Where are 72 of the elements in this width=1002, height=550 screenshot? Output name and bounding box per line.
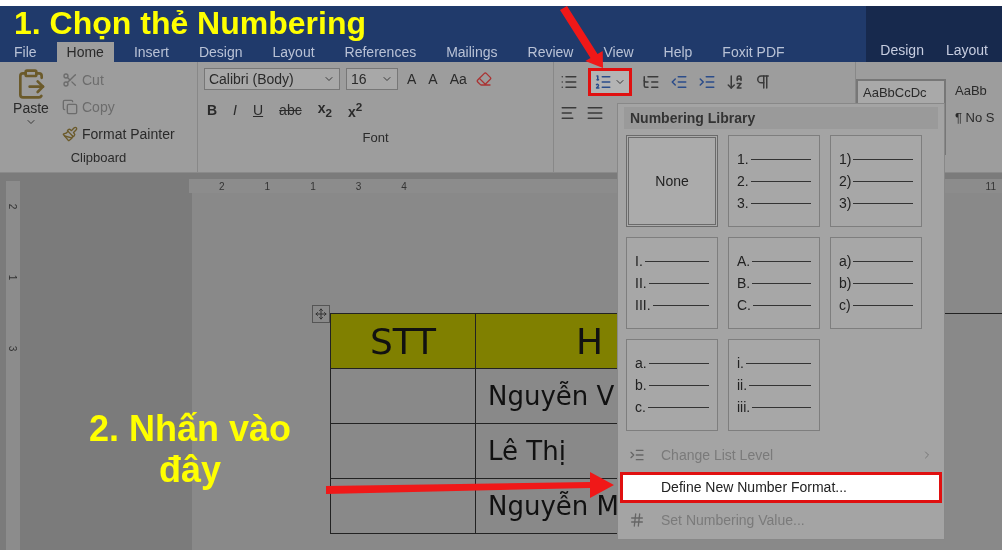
list-marker: A. xyxy=(737,253,751,269)
list-marker: C. xyxy=(737,297,751,313)
list-marker: III. xyxy=(635,297,651,313)
ruler-number: 2 xyxy=(7,203,19,210)
ruler-number: 11 xyxy=(985,180,996,192)
ribbon-tab[interactable]: Review xyxy=(527,42,574,62)
numbering-format-tile[interactable]: 1) 2) 3) xyxy=(830,135,922,227)
ruler-number: 4 xyxy=(401,180,407,192)
list-marker: 1. xyxy=(737,151,749,167)
list-marker: i. xyxy=(737,355,744,371)
ribbon-tab[interactable]: View xyxy=(603,42,634,62)
list-marker: 2) xyxy=(839,173,852,189)
numbering-format-tile[interactable]: i. ii. iii. xyxy=(728,339,820,431)
list-marker: c. xyxy=(635,399,646,415)
ruler-number: 2 xyxy=(219,180,225,192)
italic-button[interactable]: I xyxy=(230,101,240,118)
list-marker: 2. xyxy=(737,173,749,189)
list-marker: b. xyxy=(635,377,647,393)
format-painter-button[interactable]: Format Painter xyxy=(62,122,175,146)
ribbon-tab[interactable]: Design xyxy=(198,42,243,62)
ribbon-tab[interactable]: Layout xyxy=(272,42,315,62)
list-marker: ii. xyxy=(737,377,748,393)
bold-button[interactable]: B xyxy=(203,101,221,118)
ribbon-tab[interactable]: References xyxy=(344,42,417,62)
list-marker: 1) xyxy=(839,151,852,167)
numbering-format-tile[interactable]: a. b. c. xyxy=(626,339,718,431)
ruler-number: 1 xyxy=(7,274,19,281)
ruler-number: 1 xyxy=(264,180,271,192)
list-marker: iii. xyxy=(737,399,751,415)
menu-item[interactable]: Define New Number Format... xyxy=(620,472,942,503)
list-marker: b) xyxy=(839,275,852,291)
annotation-text: 1. Chọn thẻ Numbering xyxy=(14,7,366,39)
menu-heading: Numbering Library xyxy=(624,107,938,129)
ribbon-tab[interactable]: Help xyxy=(663,42,693,62)
numbering-format-tile[interactable]: A. B. C. xyxy=(728,237,820,329)
change-case-button[interactable]: Aa xyxy=(446,71,470,87)
underline-button[interactable]: U xyxy=(250,101,267,118)
ruler-number: 3 xyxy=(355,180,362,192)
ribbon-tab[interactable]: Foxit PDF xyxy=(722,42,785,62)
ribbon-tab[interactable]: Design xyxy=(880,40,924,60)
ribbon-tab[interactable]: Insert xyxy=(133,42,169,62)
list-marker: II. xyxy=(635,275,647,291)
list-marker: a) xyxy=(839,253,852,269)
strikethrough-button[interactable]: abc xyxy=(276,101,305,118)
numbering-format-tile[interactable]: a) b) c) xyxy=(830,237,922,329)
list-marker: B. xyxy=(737,275,751,291)
numbering-format-tile[interactable]: None xyxy=(626,135,718,227)
list-marker: 3) xyxy=(839,195,852,211)
ribbon-tab[interactable]: Layout xyxy=(945,40,988,60)
ruler-number: 1 xyxy=(310,180,316,192)
style-preview[interactable]: AaBb ¶ No S xyxy=(950,79,1002,155)
list-marker: I. xyxy=(635,253,643,269)
grow-font-button[interactable]: A xyxy=(403,71,420,87)
table-header-cell: STT xyxy=(331,314,476,369)
ribbon-tab[interactable]: File xyxy=(14,42,37,62)
list-marker: a. xyxy=(635,355,647,371)
font-size-field[interactable]: 16 xyxy=(345,68,398,90)
font-name-field[interactable]: Calibri (Body) xyxy=(203,68,340,90)
paste-button[interactable]: Paste xyxy=(6,68,56,150)
shrink-font-button[interactable]: A xyxy=(425,71,441,87)
ruler-number: 3 xyxy=(7,345,19,352)
numbering-format-tile[interactable]: I. II. III. xyxy=(626,237,718,329)
list-marker: 3. xyxy=(737,195,749,211)
ribbon-tab[interactable]: Home xyxy=(56,42,114,62)
numbering-format-tile[interactable]: 1. 2. 3. xyxy=(728,135,820,227)
group-label: Clipboard xyxy=(69,150,128,167)
superscript-button[interactable]: x$^{2}$ xyxy=(344,100,366,120)
list-marker: c) xyxy=(839,297,851,313)
subscript-button[interactable]: x$_{2}$ xyxy=(314,100,335,120)
group-label: Font xyxy=(361,129,390,147)
annotation-text: 2. Nhấn vào đây xyxy=(87,408,293,491)
ribbon-tab[interactable]: Mailings xyxy=(446,42,498,62)
